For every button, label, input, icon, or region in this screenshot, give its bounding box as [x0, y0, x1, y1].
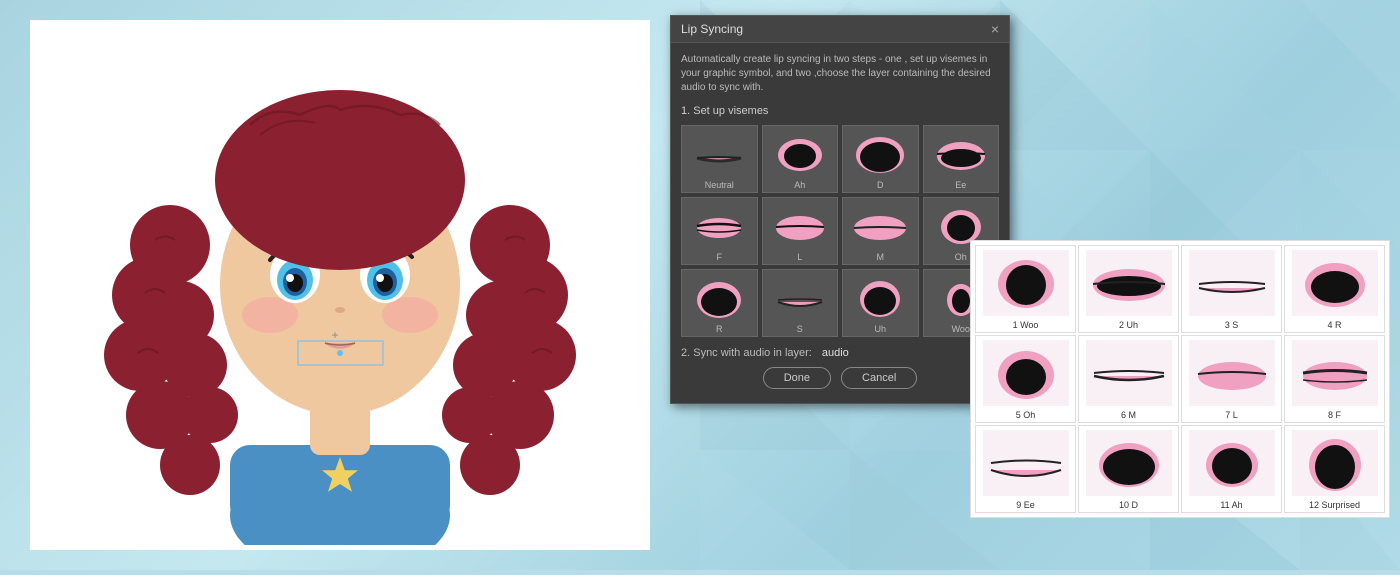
ext-viseme-2-uh-label: 2 Uh	[1119, 320, 1138, 330]
dialog-body: Automatically create lip syncing in two …	[671, 43, 1009, 403]
buttons-row: Done Cancel	[681, 367, 999, 393]
viseme-f[interactable]: F	[681, 197, 758, 265]
viseme-uh-label: Uh	[874, 324, 886, 334]
ext-viseme-6-m-label: 6 M	[1121, 410, 1136, 420]
ext-viseme-3-s-img	[1187, 248, 1277, 318]
ext-viseme-5-oh[interactable]: 5 Oh	[975, 335, 1076, 423]
viseme-ee-label: Ee	[955, 180, 966, 190]
canvas-area: +	[30, 20, 650, 550]
ext-viseme-12-surprised[interactable]: 12 Surprised	[1284, 425, 1385, 513]
ext-viseme-8-f-label: 8 F	[1328, 410, 1341, 420]
audio-row: 2. Sync with audio in layer: audio	[681, 347, 999, 359]
viseme-ee[interactable]: Ee	[923, 125, 1000, 193]
ext-viseme-7-l-label: 7 L	[1225, 410, 1238, 420]
extended-viseme-grid: 1 Woo 2 Uh 3 S 4 R 5 Oh	[975, 245, 1385, 513]
viseme-s[interactable]: S	[762, 269, 839, 337]
viseme-ah[interactable]: Ah	[762, 125, 839, 193]
ext-viseme-12-surprised-label: 12 Surprised	[1309, 500, 1360, 510]
viseme-r-label: R	[716, 324, 723, 334]
ext-viseme-3-s-label: 3 S	[1225, 320, 1239, 330]
ext-viseme-12-surprised-img	[1290, 428, 1380, 498]
viseme-l-img	[766, 200, 834, 250]
viseme-uh-img	[846, 272, 914, 322]
ext-viseme-2-uh-img	[1084, 248, 1174, 318]
viseme-f-img	[685, 200, 753, 250]
viseme-neutral-label: Neutral	[705, 180, 734, 190]
viseme-r-img	[685, 272, 753, 322]
ext-viseme-9-ee[interactable]: 9 Ee	[975, 425, 1076, 513]
svg-text:+: +	[331, 328, 338, 342]
viseme-s-img	[766, 272, 834, 322]
section1-label: 1. Set up visemes	[681, 105, 999, 117]
viseme-grid: Neutral Ah D Ee	[681, 125, 999, 337]
audio-value: audio	[822, 347, 849, 359]
viseme-s-label: S	[797, 324, 803, 334]
viseme-d-label: D	[877, 180, 884, 190]
lip-sync-dialog: Lip Syncing × Automatically create lip s…	[670, 15, 1010, 404]
ext-viseme-7-l-img	[1187, 338, 1277, 408]
viseme-neutral[interactable]: Neutral	[681, 125, 758, 193]
viseme-uh[interactable]: Uh	[842, 269, 919, 337]
audio-section-label: 2. Sync with audio in layer:	[681, 347, 812, 359]
viseme-ah-label: Ah	[794, 180, 805, 190]
viseme-m-label: M	[877, 252, 885, 262]
viseme-ee-img	[927, 128, 995, 178]
ext-viseme-9-ee-label: 9 Ee	[1016, 500, 1035, 510]
ext-viseme-10-d-img	[1084, 428, 1174, 498]
viseme-oh-label: Oh	[955, 252, 967, 262]
ext-viseme-1-woo[interactable]: 1 Woo	[975, 245, 1076, 333]
close-icon[interactable]: ×	[991, 22, 999, 36]
viseme-d[interactable]: D	[842, 125, 919, 193]
character-illustration: +	[30, 20, 650, 550]
ext-viseme-2-uh[interactable]: 2 Uh	[1078, 245, 1179, 333]
cancel-button[interactable]: Cancel	[841, 367, 917, 389]
ext-viseme-6-m-img	[1084, 338, 1174, 408]
viseme-neutral-img	[685, 128, 753, 178]
extended-viseme-panel: 1 Woo 2 Uh 3 S 4 R 5 Oh	[970, 240, 1390, 518]
ext-viseme-6-m[interactable]: 6 M	[1078, 335, 1179, 423]
ext-viseme-8-f-img	[1290, 338, 1380, 408]
viseme-m[interactable]: M	[842, 197, 919, 265]
ext-viseme-4-r-img	[1290, 248, 1380, 318]
ext-viseme-5-oh-img	[981, 338, 1071, 408]
ext-viseme-11-ah-label: 11 Ah	[1220, 500, 1242, 510]
viseme-l-label: L	[797, 252, 802, 262]
dialog-description: Automatically create lip syncing in two …	[681, 53, 999, 95]
dialog-title: Lip Syncing	[681, 22, 743, 36]
viseme-r[interactable]: R	[681, 269, 758, 337]
ext-viseme-4-r[interactable]: 4 R	[1284, 245, 1385, 333]
ext-viseme-8-f[interactable]: 8 F	[1284, 335, 1385, 423]
ext-viseme-7-l[interactable]: 7 L	[1181, 335, 1282, 423]
ext-viseme-1-woo-label: 1 Woo	[1013, 320, 1039, 330]
ext-viseme-11-ah[interactable]: 11 Ah	[1181, 425, 1282, 513]
viseme-d-img	[846, 128, 914, 178]
viseme-ah-img	[766, 128, 834, 178]
viseme-l[interactable]: L	[762, 197, 839, 265]
ext-viseme-10-d-label: 10 D	[1119, 500, 1138, 510]
ext-viseme-10-d[interactable]: 10 D	[1078, 425, 1179, 513]
ext-viseme-4-r-label: 4 R	[1327, 320, 1341, 330]
ext-viseme-3-s[interactable]: 3 S	[1181, 245, 1282, 333]
done-button[interactable]: Done	[763, 367, 831, 389]
ext-viseme-9-ee-img	[981, 428, 1071, 498]
ext-viseme-1-woo-img	[981, 248, 1071, 318]
dialog-titlebar: Lip Syncing ×	[671, 16, 1009, 43]
viseme-woo-label: Woo	[952, 324, 970, 334]
ext-viseme-11-ah-img	[1187, 428, 1277, 498]
ext-viseme-5-oh-label: 5 Oh	[1016, 410, 1036, 420]
viseme-m-img	[846, 200, 914, 250]
viseme-f-label: F	[717, 252, 723, 262]
